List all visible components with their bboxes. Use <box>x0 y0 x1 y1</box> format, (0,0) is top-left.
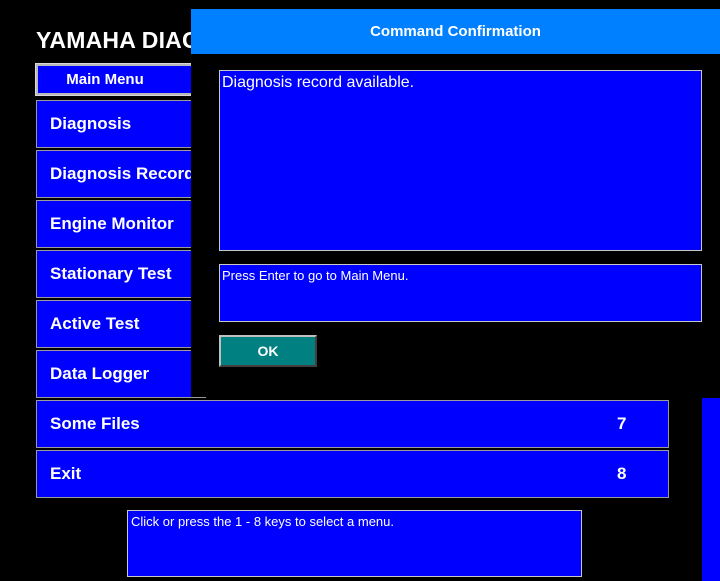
dialog-hint-box: Press Enter to go to Main Menu. <box>219 264 702 322</box>
menu-item-label: Data Logger <box>50 364 150 383</box>
menu-item-some-files[interactable]: Some Files 7 <box>36 400 669 448</box>
status-message-box: Click or press the 1 - 8 keys to select … <box>127 510 582 577</box>
right-scroll-bar <box>702 398 720 581</box>
menu-item-label: Diagnosis <box>50 114 132 133</box>
menu-item-label: Engine Monitor <box>50 214 174 233</box>
menu-item-diagnosis[interactable]: Diagnosis <box>36 100 206 148</box>
menu-item-stationary-test[interactable]: Stationary Test <box>36 250 206 298</box>
menu-item-label: Active Test <box>50 314 140 333</box>
dialog-hint-text: Press Enter to go to Main Menu. <box>222 268 409 283</box>
ok-button[interactable]: OK <box>219 335 317 367</box>
menu-item-label: Stationary Test <box>50 264 172 283</box>
menu-item-key: 8 <box>617 464 627 483</box>
dialog-message-box: Diagnosis record available. <box>219 70 702 251</box>
dialog-title-bar: Command Confirmation <box>191 9 720 54</box>
menu-item-exit[interactable]: Exit 8 <box>36 450 669 498</box>
menu-item-label: Some Files <box>50 414 140 433</box>
main-menu-label: Main Menu <box>66 71 144 88</box>
menu-item-label: Exit <box>50 464 82 483</box>
menu-item-data-logger[interactable]: Data Logger <box>36 350 206 398</box>
status-text: Click or press the 1 - 8 keys to select … <box>131 514 394 529</box>
menu-item-key: 7 <box>617 414 627 433</box>
menu-item-engine-monitor[interactable]: Engine Monitor <box>36 200 206 248</box>
menu-item-label: Diagnosis Record <box>50 164 195 183</box>
ok-button-label: OK <box>257 343 279 359</box>
menu-item-diagnosis-record[interactable]: Diagnosis Record <box>36 150 206 198</box>
dialog-title: Command Confirmation <box>370 23 541 40</box>
menu-item-active-test[interactable]: Active Test <box>36 300 206 348</box>
main-menu-button[interactable]: Main Menu <box>35 63 195 96</box>
command-confirmation-dialog: Command Confirmation Diagnosis record av… <box>191 9 720 397</box>
dialog-message-text: Diagnosis record available. <box>222 74 415 91</box>
